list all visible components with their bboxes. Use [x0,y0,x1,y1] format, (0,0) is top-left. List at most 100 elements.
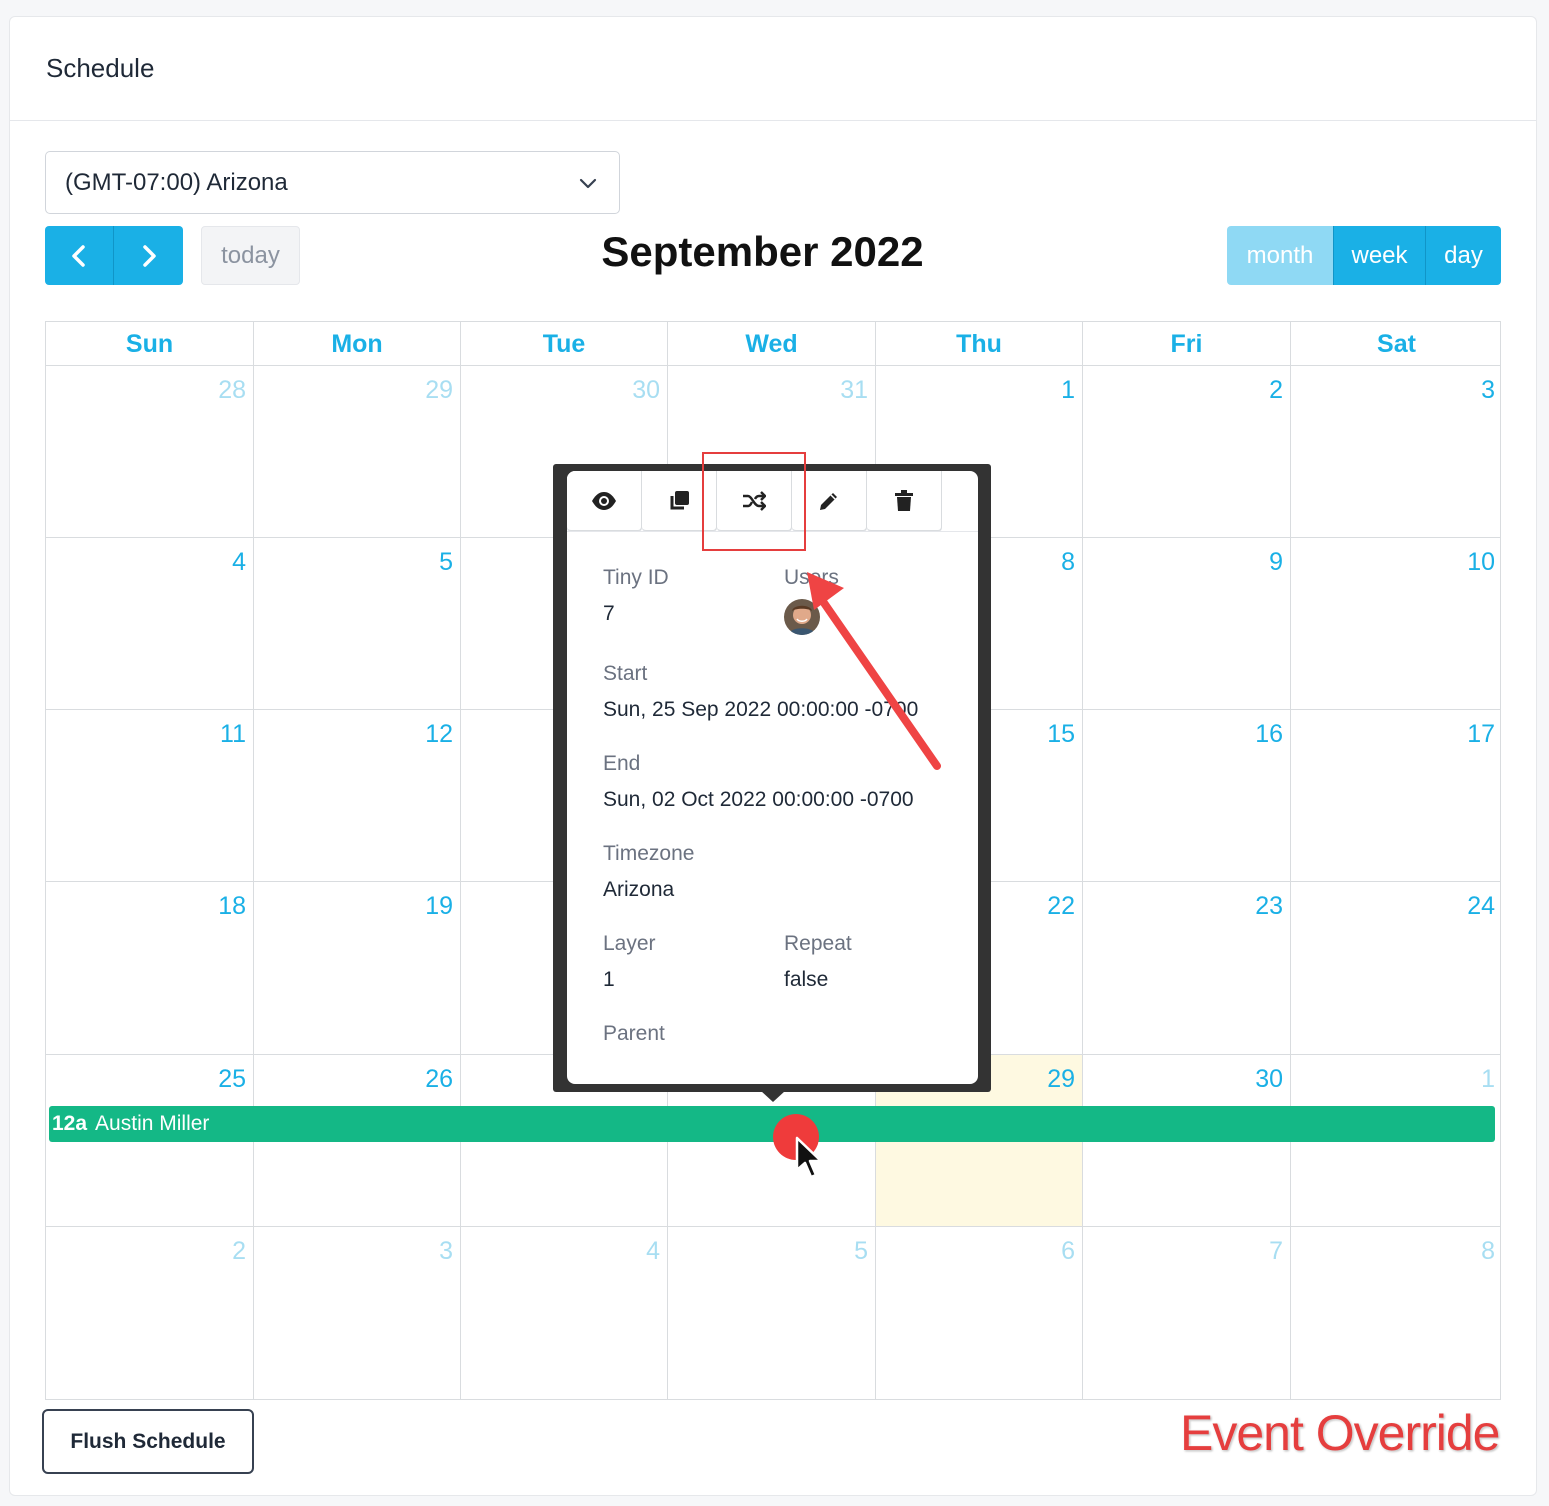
layer-label: Layer [603,932,656,955]
nav-button-group [45,226,183,285]
day-number[interactable]: 2 [232,1237,246,1266]
calendar-day-cell[interactable]: 4 [46,538,254,709]
day-number[interactable]: 30 [1255,1065,1283,1094]
day-view-button[interactable]: day [1426,226,1501,285]
day-number[interactable]: 9 [1269,548,1283,577]
calendar-day-cell[interactable]: 5 [668,1227,876,1399]
day-number[interactable]: 25 [218,1065,246,1094]
day-number[interactable]: 17 [1467,720,1495,749]
week-view-button[interactable]: week [1334,226,1426,285]
trash-icon [895,489,913,511]
calendar-day-cell[interactable]: 7 [1083,1227,1291,1399]
end-label: End [603,752,641,775]
day-number[interactable]: 22 [1047,892,1075,921]
start-label: Start [603,662,648,685]
calendar-day-cell[interactable]: 16 [1083,710,1291,881]
day-of-week-header-cell: Sat [1377,330,1416,358]
flush-schedule-button[interactable]: Flush Schedule [42,1409,254,1474]
day-number[interactable]: 11 [220,720,246,749]
calendar-day-cell[interactable]: 9 [1083,538,1291,709]
mouse-cursor-icon [795,1136,823,1179]
calendar-day-cell[interactable]: 8 [1291,1227,1502,1399]
calendar-event[interactable]: 12a Austin Miller [49,1106,1495,1142]
tiny-id-value: 7 [603,602,615,625]
calendar-day-cell[interactable]: 19 [254,882,461,1054]
eye-icon [592,491,616,510]
timezone-select[interactable]: (GMT-07:00) Arizona [45,151,620,214]
calendar-day-cell[interactable]: 24 [1291,882,1502,1054]
day-of-week-header-cell: Sun [46,322,254,366]
day-number[interactable]: 29 [1047,1065,1075,1094]
day-number[interactable]: 3 [1481,376,1495,405]
annotation-arrow-icon [807,572,941,770]
day-number[interactable]: 5 [854,1237,868,1266]
calendar-week-row: 2 3 4 5 6 7 8 [46,1227,1500,1399]
day-number[interactable]: 8 [1061,548,1075,577]
chevron-right-icon [142,244,156,267]
annotation-caption: Event Override [1180,1405,1500,1461]
calendar-day-cell[interactable]: 3 [1291,366,1502,537]
delete-event-button[interactable] [867,471,942,531]
day-number[interactable]: 4 [646,1237,660,1266]
timezone-value: Arizona [603,878,675,901]
day-number[interactable]: 15 [1047,720,1075,749]
day-number[interactable]: 8 [1481,1237,1495,1266]
next-button[interactable] [114,226,183,285]
calendar-day-cell[interactable]: 28 [46,366,254,537]
day-number[interactable]: 1 [1481,1065,1495,1094]
calendar-day-cell[interactable]: 2 [46,1227,254,1399]
day-number[interactable]: 3 [439,1237,453,1266]
day-number[interactable]: 28 [218,376,246,405]
day-number[interactable]: 26 [425,1065,453,1094]
day-of-week-header-cell: Thu [876,322,1083,366]
repeat-label: Repeat [784,932,852,955]
calendar-day-cell[interactable]: 4 [461,1227,668,1399]
end-value: Sun, 02 Oct 2022 00:00:00 -0700 [603,788,914,811]
day-of-week-header-cell: Tue [461,322,668,366]
event-time: 12a [52,1112,88,1135]
calendar-day-cell[interactable]: 5 [254,538,461,709]
calendar-day-cell[interactable]: 6 [876,1227,1083,1399]
calendar-day-cell[interactable]: 23 [1083,882,1291,1054]
calendar-day-cell[interactable]: 29 [254,366,461,537]
day-number[interactable]: 10 [1467,548,1495,577]
calendar-day-cell[interactable]: 12 [254,710,461,881]
day-number[interactable]: 23 [1255,892,1283,921]
card-title: Schedule [46,53,155,83]
day-number[interactable]: 5 [439,548,453,577]
chevron-down-icon [579,178,597,189]
day-number[interactable]: 6 [1061,1237,1075,1266]
calendar-day-cell[interactable]: 18 [46,882,254,1054]
calendar-day-cell[interactable]: 11 [46,710,254,881]
day-number[interactable]: 1 [1061,376,1075,405]
today-button[interactable]: today [201,226,300,285]
tiny-id-label: Tiny ID [603,566,669,589]
day-number[interactable]: 18 [218,892,246,921]
day-number[interactable]: 31 [840,376,868,405]
day-of-week-header-cell: Fri [1083,322,1291,366]
day-number[interactable]: 29 [425,376,453,405]
layer-value: 1 [603,968,615,991]
calendar-day-cell[interactable]: 10 [1291,538,1502,709]
day-number[interactable]: 30 [632,376,660,405]
calendar-day-cell[interactable]: 2 [1083,366,1291,537]
calendar-day-cell[interactable]: 3 [254,1227,461,1399]
day-number[interactable]: 7 [1269,1237,1283,1266]
timezone-label: Timezone [603,842,695,865]
view-switcher: month week day [1227,226,1501,285]
prev-button[interactable] [45,226,114,285]
highlight-box [702,452,806,551]
chevron-left-icon [72,244,85,267]
month-view-button[interactable]: month [1227,226,1334,285]
calendar-title: September 2022 [601,228,924,275]
calendar-day-cell[interactable]: 17 [1291,710,1502,881]
day-number[interactable]: 16 [1255,720,1283,749]
day-number[interactable]: 4 [232,548,246,577]
view-event-button[interactable] [567,471,642,531]
day-number[interactable]: 24 [1467,892,1495,921]
day-number[interactable]: 12 [425,720,453,749]
day-number[interactable]: 2 [1269,376,1283,405]
timezone-select-value: (GMT-07:00) Arizona [65,169,288,196]
repeat-value: false [784,968,829,991]
day-number[interactable]: 19 [425,892,453,921]
